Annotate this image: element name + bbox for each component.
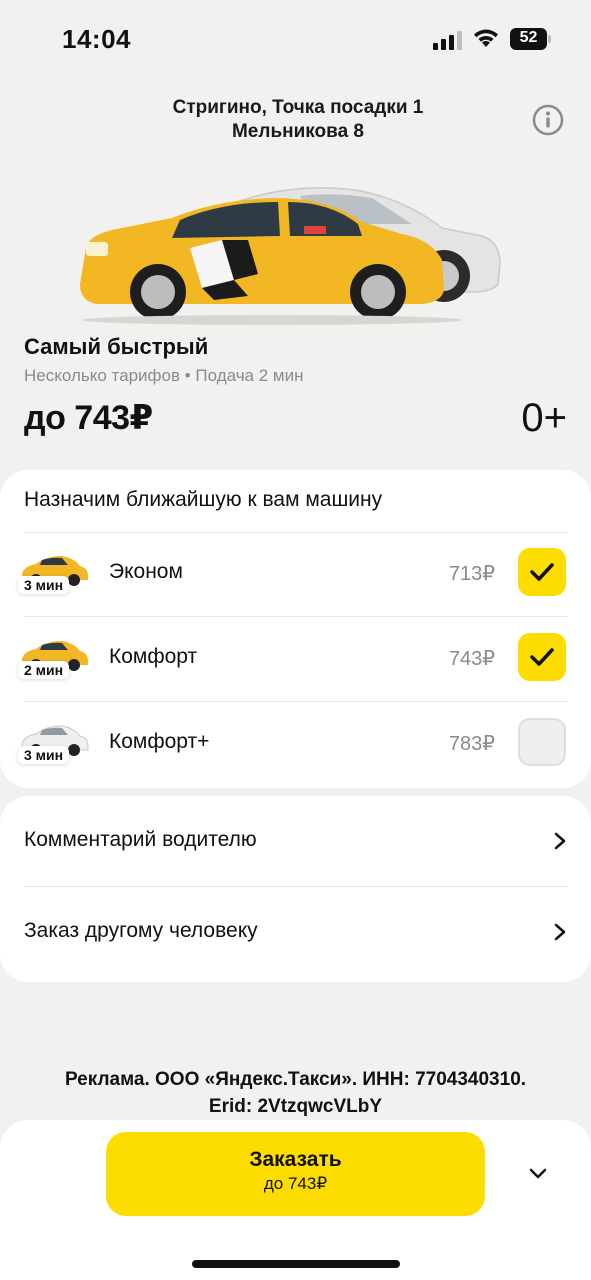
order-for-other-row[interactable]: Заказ другому человеку (0, 887, 591, 977)
chevron-down-icon[interactable] (524, 1160, 552, 1188)
pickup-route[interactable]: Стригино, Точка посадки 1 Мельникова 8 (120, 96, 476, 144)
arrival-time-badge: 3 мин (18, 576, 70, 594)
arrival-time-badge: 2 мин (18, 661, 70, 679)
age-rating-badge: 0+ (521, 396, 567, 440)
ad-erid-line: Erid: 2VtzqwcVLbY (208, 1096, 383, 1117)
order-bar: Заказать до 743₽ (0, 1120, 591, 1280)
tariff-price: до 743₽ (24, 399, 153, 437)
order-button-label: Заказать (249, 1148, 342, 1171)
tariff-name: Комфорт (109, 645, 198, 668)
home-indicator[interactable] (192, 1260, 400, 1268)
order-button[interactable]: Заказать до 743₽ (106, 1132, 485, 1216)
chevron-right-icon (554, 832, 566, 850)
app-screen: 14:04 52 Стригино, Точка посадки 1 Мельн… (0, 0, 591, 1280)
wifi-icon (474, 29, 498, 47)
order-button-price: до 743₽ (263, 1174, 328, 1193)
ad-company-line: Реклама. ООО «Яндекс.Такси». ИНН: 770434… (64, 1069, 527, 1090)
cellular-signal-icon (433, 31, 462, 50)
checkbox-checked-icon[interactable] (518, 548, 566, 596)
arrival-time-badge: 3 мин (18, 746, 70, 764)
ad-disclaimer: Реклама. ООО «Яндекс.Такси». ИНН: 770434… (20, 1066, 571, 1120)
battery-level: 52 (519, 29, 538, 46)
tariff-row-comfort-plus[interactable]: 3 мин Комфорт+ 783₽ (0, 702, 591, 786)
checkbox-unchecked[interactable] (518, 718, 566, 766)
status-bar: 14:04 52 (0, 0, 591, 80)
tariff-row-comfort[interactable]: 2 мин Комфорт 743₽ (0, 617, 591, 701)
tariff-name: Комфорт+ (109, 730, 210, 753)
chevron-right-icon (554, 923, 566, 941)
order-for-other-label: Заказ другому человеку (24, 919, 258, 942)
route-address: Мельникова 8 (231, 121, 364, 142)
checkbox-checked-icon[interactable] (518, 633, 566, 681)
tariff-row-econom[interactable]: 3 мин Эконом 713₽ (0, 532, 591, 616)
tariff-title: Самый быстрый (24, 334, 209, 359)
tariff-name: Эконом (109, 560, 183, 583)
tariff-price: 713₽ (448, 563, 495, 585)
tariff-selection-card: Назначим ближайшую к вам машину 3 мин Эк… (0, 470, 591, 788)
tariff-price: 743₽ (448, 648, 495, 670)
order-options-card: Комментарий водителю Заказ другому челов… (0, 796, 591, 982)
battery-cap (548, 35, 551, 43)
status-time: 14:04 (62, 24, 131, 54)
driver-comment-label: Комментарий водителю (24, 828, 257, 851)
tariff-subtitle: Несколько тарифов • Подача 2 мин (24, 366, 304, 385)
route-pickup-point: Стригино, Точка посадки 1 (172, 97, 424, 118)
car-hero-image (80, 187, 501, 325)
info-icon[interactable] (532, 104, 564, 136)
battery-indicator: 52 (510, 28, 552, 50)
tariff-price: 783₽ (448, 733, 495, 755)
assign-nearest-heading: Назначим ближайшую к вам машину (24, 488, 383, 511)
driver-comment-row[interactable]: Комментарий водителю (0, 796, 591, 886)
